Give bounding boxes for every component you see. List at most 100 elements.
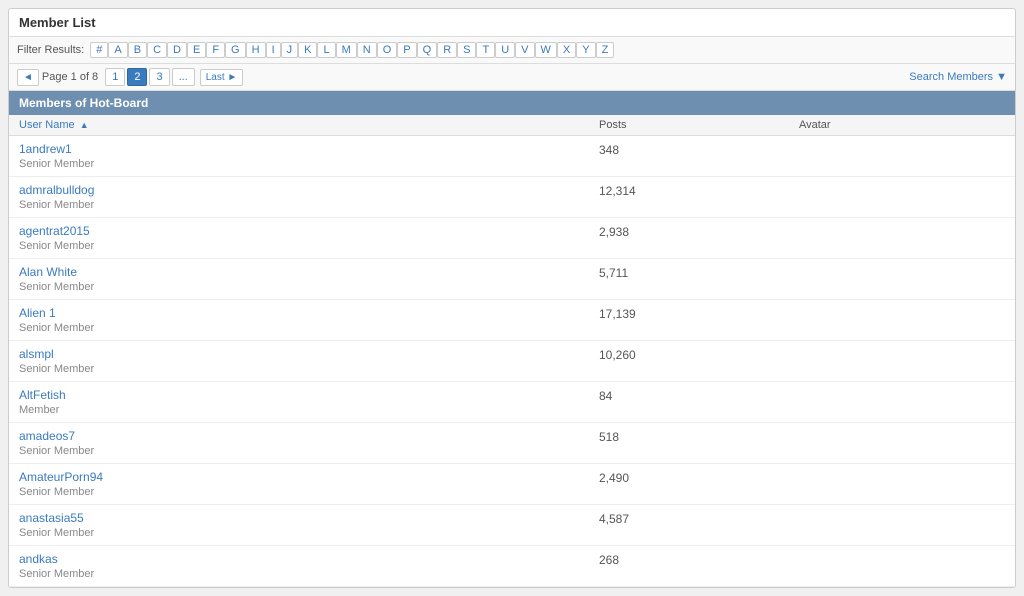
page-button-...[interactable]: ... (172, 68, 195, 86)
search-members-link[interactable]: Search Members ▼ (909, 71, 1007, 83)
member-name-col: Alien 1Senior Member (19, 306, 599, 334)
filter-letter-c[interactable]: C (147, 42, 167, 58)
member-rank: Senior Member (19, 527, 94, 539)
member-posts: 348 (599, 142, 799, 157)
member-name-col: anastasia55 Senior Member (19, 511, 599, 539)
member-rank: Senior Member (19, 486, 94, 498)
filter-letter-r[interactable]: R (437, 42, 457, 58)
member-name-link[interactable]: anastasia55 (19, 511, 599, 525)
filter-letter-y[interactable]: Y (576, 42, 595, 58)
filter-letter-m[interactable]: M (336, 42, 357, 58)
pagination-left: ◄ Page 1 of 8 123... Last ► (17, 68, 243, 86)
member-name-col: admralbulldog Senior Member (19, 183, 599, 211)
col-posts-header: Posts (599, 119, 799, 131)
page-numbers-container: 123... (105, 68, 197, 86)
filter-letter-q[interactable]: Q (417, 42, 438, 58)
member-rank: Senior Member (19, 281, 94, 293)
filter-letter-n[interactable]: N (357, 42, 377, 58)
member-rank: Senior Member (19, 158, 94, 170)
member-posts: 84 (599, 388, 799, 403)
table-row: anastasia55 Senior Member 4,587 (9, 505, 1015, 546)
filter-letter-w[interactable]: W (535, 42, 557, 58)
table-row: admralbulldog Senior Member 12,314 (9, 177, 1015, 218)
member-name-col: Alan White Senior Member (19, 265, 599, 293)
page-button-3[interactable]: 3 (149, 68, 169, 86)
page-button-2[interactable]: 2 (127, 68, 147, 86)
member-rank: Senior Member (19, 363, 94, 375)
filter-letter-v[interactable]: V (515, 42, 534, 58)
member-name-col: 1andrew1 Senior Member (19, 142, 599, 170)
member-rank: Senior Member (19, 568, 94, 580)
section-header: Members of Hot-Board (9, 91, 1015, 115)
member-name-link[interactable]: AmateurPorn94 (19, 470, 599, 484)
member-rank: Senior Member (19, 240, 94, 252)
member-posts: 10,260 (599, 347, 799, 362)
member-rank: Senior Member (19, 445, 94, 457)
table-row: andkas Senior Member 268 (9, 546, 1015, 587)
member-posts: 12,314 (599, 183, 799, 198)
member-rank: Senior Member (19, 199, 94, 211)
filter-letter-t[interactable]: T (476, 42, 495, 58)
table-row: Alan White Senior Member 5,711 (9, 259, 1015, 300)
member-posts: 2,490 (599, 470, 799, 485)
member-rank: Member (19, 404, 59, 416)
member-name-link[interactable]: 1andrew1 (19, 142, 599, 156)
member-name-link[interactable]: admralbulldog (19, 183, 599, 197)
filter-letter-g[interactable]: G (225, 42, 246, 58)
member-posts: 518 (599, 429, 799, 444)
filter-letter-o[interactable]: O (377, 42, 398, 58)
last-page-button[interactable]: Last ► (200, 69, 244, 86)
table-row: agentrat2015 Senior Member 2,938 (9, 218, 1015, 259)
sort-arrow-icon: ▲ (80, 120, 89, 130)
table-row: amadeos7 Senior Member 518 (9, 423, 1015, 464)
filter-letter-d[interactable]: D (167, 42, 187, 58)
page-title: Member List (9, 9, 1015, 37)
filter-letters-container: #ABCDEFGHIJKLMNOPQRSTUVWXYZ (90, 42, 614, 58)
member-name-link[interactable]: amadeos7 (19, 429, 599, 443)
prev-page-button[interactable]: ◄ (17, 69, 39, 86)
filter-letter-e[interactable]: E (187, 42, 206, 58)
member-name-link[interactable]: agentrat2015 (19, 224, 599, 238)
table-row: Alien 1Senior Member17,139 (9, 300, 1015, 341)
filter-letter-a[interactable]: A (108, 42, 127, 58)
table-header: User Name ▲ Posts Avatar (9, 115, 1015, 136)
filter-letter-x[interactable]: X (557, 42, 576, 58)
table-row: AltFetish Member 84 (9, 382, 1015, 423)
member-name-link[interactable]: alsmpl (19, 347, 599, 361)
member-name-col: agentrat2015 Senior Member (19, 224, 599, 252)
table-row: AmateurPorn94 Senior Member 2,490 (9, 464, 1015, 505)
table-row: 1andrew1 Senior Member 348 (9, 136, 1015, 177)
filter-letter-u[interactable]: U (495, 42, 515, 58)
page-wrapper: Member List Filter Results: #ABCDEFGHIJK… (8, 8, 1016, 588)
member-name-col: amadeos7 Senior Member (19, 429, 599, 457)
col-username-header[interactable]: User Name ▲ (19, 119, 599, 131)
filter-letter-p[interactable]: P (397, 42, 416, 58)
member-name-link[interactable]: AltFetish (19, 388, 599, 402)
member-posts: 268 (599, 552, 799, 567)
filter-letter-i[interactable]: I (266, 42, 281, 58)
filter-letter-b[interactable]: B (128, 42, 147, 58)
filter-letter-f[interactable]: F (206, 42, 225, 58)
filter-letter-s[interactable]: S (457, 42, 476, 58)
member-name-link[interactable]: andkas (19, 552, 599, 566)
page-info: Page 1 of 8 (42, 71, 98, 83)
filter-letter-#[interactable]: # (90, 42, 108, 58)
member-posts: 2,938 (599, 224, 799, 239)
filter-letter-z[interactable]: Z (596, 42, 615, 58)
member-posts: 5,711 (599, 265, 799, 280)
page-button-1[interactable]: 1 (105, 68, 125, 86)
member-name-link[interactable]: Alien 1 (19, 306, 599, 320)
member-name-link[interactable]: Alan White (19, 265, 599, 279)
filter-letter-j[interactable]: J (281, 42, 299, 58)
filter-letter-l[interactable]: L (317, 42, 335, 58)
table-row: alsmpl Senior Member 10,260 (9, 341, 1015, 382)
member-posts: 17,139 (599, 306, 799, 321)
member-name-col: alsmpl Senior Member (19, 347, 599, 375)
member-posts: 4,587 (599, 511, 799, 526)
filter-label: Filter Results: (17, 44, 84, 56)
filter-letter-h[interactable]: H (246, 42, 266, 58)
col-avatar-header: Avatar (799, 119, 1005, 131)
filter-letter-k[interactable]: K (298, 42, 317, 58)
member-name-col: AmateurPorn94 Senior Member (19, 470, 599, 498)
member-name-col: andkas Senior Member (19, 552, 599, 580)
